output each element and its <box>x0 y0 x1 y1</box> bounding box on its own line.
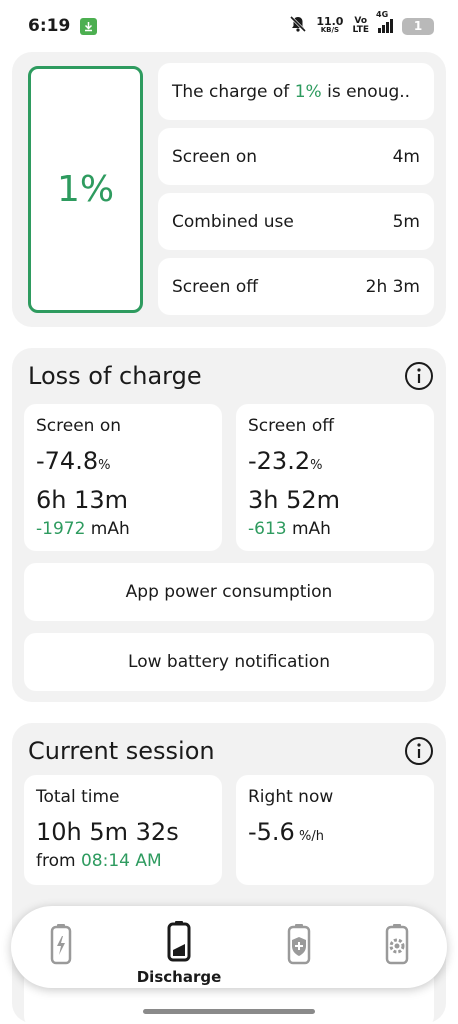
loss-screen-off-mah-unit: mAh <box>286 519 331 539</box>
nav-label: Discharge <box>136 968 222 986</box>
loss-screen-off-percent: -23.2% <box>248 444 422 483</box>
loss-screen-on-percent-unit: % <box>98 458 111 473</box>
status-icons: 11.0 KB/S Vo LTE 4G 1 <box>289 10 434 38</box>
nav-settings-tab[interactable] <box>367 906 427 988</box>
summary-row-screen-off: Screen off 2h 3m <box>158 258 434 315</box>
app-power-consumption-button[interactable]: App power consumption <box>24 563 434 621</box>
network-speed: 11.0 KB/S <box>316 15 344 35</box>
loss-screen-on-percent: -74.8% <box>36 444 210 483</box>
info-icon[interactable] <box>404 361 434 391</box>
bottom-navigation: Discharge <box>11 906 447 988</box>
loss-screen-on-mah-unit: mAh <box>85 519 130 539</box>
volte-bottom: LTE <box>352 25 369 35</box>
summary-row-value: 2h 3m <box>365 276 420 297</box>
charging-battery-icon <box>50 923 72 969</box>
loss-card-title: Loss of charge <box>28 362 202 390</box>
summary-row-value: 5m <box>392 211 420 232</box>
summary-row-combined-use: Combined use 5m <box>158 193 434 250</box>
loss-screen-off-mah-value: -613 <box>248 519 287 539</box>
session-from-time: 08:14 AM <box>80 851 162 871</box>
download-notification-icon <box>80 17 98 35</box>
charge-message-highlight: 1% <box>294 81 322 102</box>
session-now-number: -5.6 <box>248 818 295 846</box>
loss-screen-on-label: Screen on <box>36 416 122 436</box>
info-icon[interactable] <box>404 736 434 766</box>
charge-message-suffix: is enoug.. <box>321 81 411 102</box>
loss-screen-off-percent-value: -23.2 <box>248 447 311 475</box>
status-time: 6:19 <box>28 16 71 36</box>
summary-card: 1% The charge of 1% is enoug.. Screen on… <box>12 52 446 327</box>
volte-indicator: Vo LTE <box>352 17 369 35</box>
nav-health-tab[interactable] <box>269 906 329 988</box>
nav-discharge-tab[interactable]: Discharge <box>129 906 229 988</box>
loss-screen-off-mah: -613 mAh <box>248 519 422 539</box>
signal-icon: 4G <box>376 10 393 33</box>
session-now-value: -5.6 %/h <box>248 815 422 854</box>
session-now-box: Right now -5.6 %/h <box>236 775 434 885</box>
session-card-title: Current session <box>28 737 215 765</box>
session-total-value: 10h 5m 32s <box>36 818 179 846</box>
loss-screen-on-time: 6h 13m <box>36 486 129 514</box>
loss-screen-off-time: 3h 52m <box>248 486 341 514</box>
loss-screen-off-percent-unit: % <box>310 458 323 473</box>
charge-message-prefix: The charge of <box>172 81 295 102</box>
summary-row-label: Screen off <box>172 276 258 297</box>
charge-message[interactable]: The charge of 1% is enoug.. <box>158 63 434 120</box>
session-from: from 08:14 AM <box>36 851 210 871</box>
network-speed-unit: KB/S <box>320 26 340 34</box>
summary-row-screen-on: Screen on 4m <box>158 128 434 185</box>
session-now-unit: %/h <box>294 829 324 844</box>
nav-charging-tab[interactable] <box>31 906 91 988</box>
loss-screen-on-percent-value: -74.8 <box>36 447 99 475</box>
session-from-label: from <box>36 851 81 871</box>
loss-screen-off-box: Screen off -23.2% 3h 52m -613 mAh <box>236 404 434 551</box>
bell-muted-icon <box>289 15 307 38</box>
low-battery-notification-button[interactable]: Low battery notification <box>24 633 434 691</box>
battery-percent-display: 1% <box>28 66 143 313</box>
home-indicator[interactable] <box>143 1009 315 1014</box>
status-bar: 6:19 11.0 KB/S Vo LTE 4G 1 <box>0 0 458 52</box>
summary-row-label: Combined use <box>172 211 294 232</box>
session-total-box: Total time 10h 5m 32s from 08:14 AM <box>24 775 222 885</box>
battery-status-icon: 1 <box>402 17 434 35</box>
battery-settings-icon <box>385 923 409 969</box>
loss-screen-off-label: Screen off <box>248 416 334 436</box>
discharge-battery-icon <box>167 920 191 966</box>
summary-row-label: Screen on <box>172 146 258 167</box>
summary-row-value: 4m <box>392 146 420 167</box>
network-type: 4G <box>376 10 389 19</box>
network-speed-value: 11.0 <box>316 15 344 28</box>
battery-health-icon <box>287 923 311 969</box>
loss-of-charge-card: Loss of charge Screen on -74.8% 6h 13m -… <box>12 348 446 702</box>
session-total-label: Total time <box>36 787 120 807</box>
loss-screen-on-box: Screen on -74.8% 6h 13m -1972 mAh <box>24 404 222 551</box>
session-now-label: Right now <box>248 787 334 807</box>
loss-screen-on-mah-value: -1972 <box>36 519 86 539</box>
loss-screen-on-mah: -1972 mAh <box>36 519 210 539</box>
